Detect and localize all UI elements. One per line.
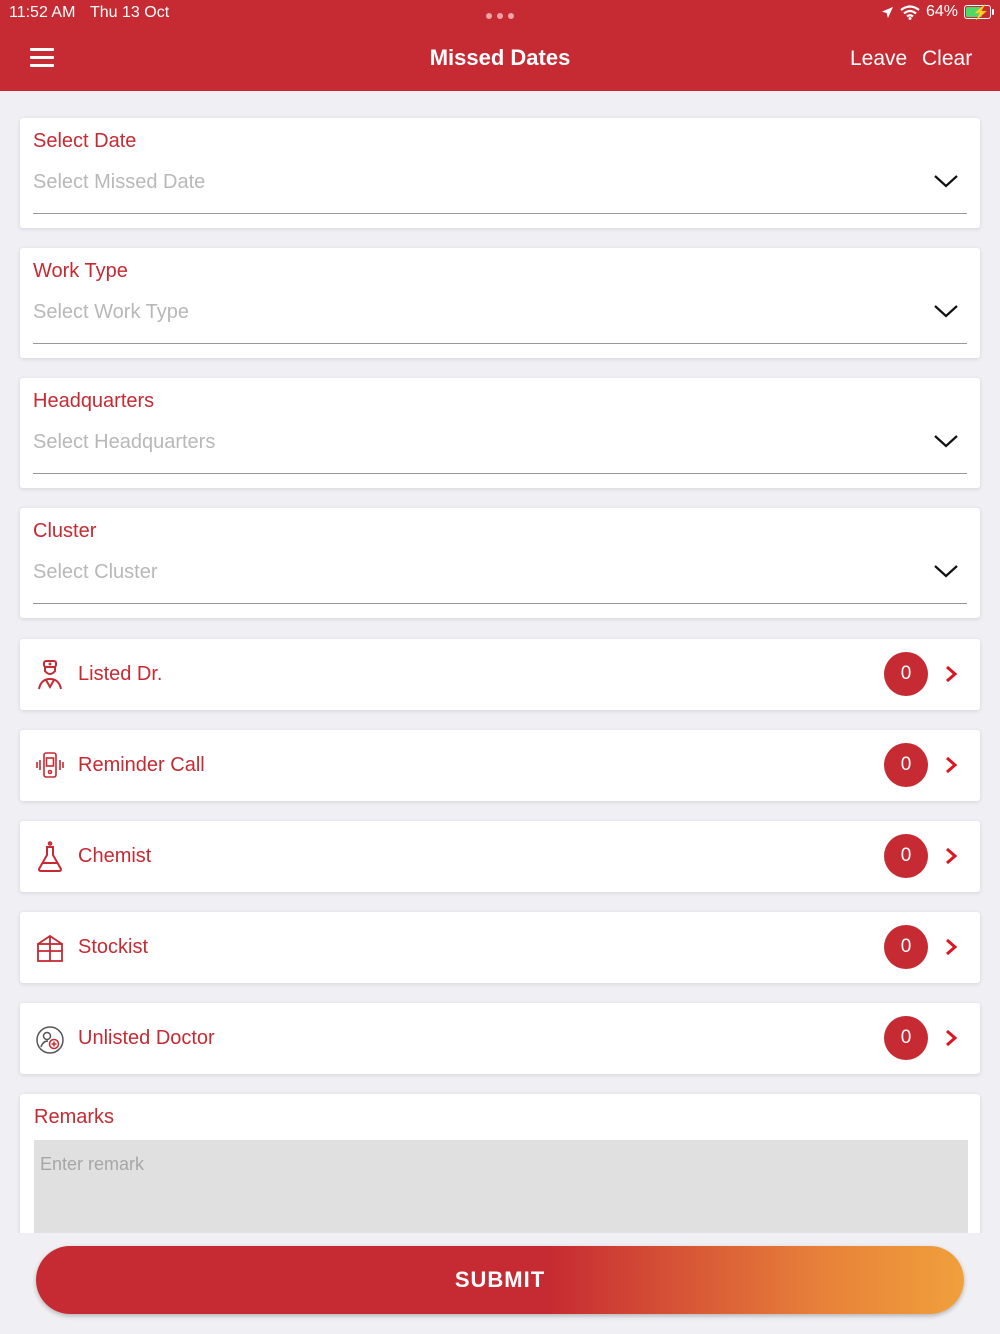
- chevron-down-icon: [934, 565, 958, 578]
- unlisted-doctor-icon: [36, 1026, 64, 1054]
- dropdown-placeholder: Select Missed Date: [33, 171, 206, 193]
- dropdown-placeholder: Select Headquarters: [33, 431, 216, 453]
- status-date: Thu 13 Oct: [90, 4, 170, 21]
- reminder-call-row[interactable]: Reminder Call 0: [20, 730, 980, 801]
- cluster-dropdown[interactable]: Select Cluster: [33, 556, 967, 604]
- dropdown-placeholder: Select Work Type: [33, 301, 189, 323]
- listed-dr-row[interactable]: Listed Dr. 0: [20, 639, 980, 710]
- chevron-right-icon: [946, 665, 958, 683]
- chevron-down-icon: [934, 305, 958, 318]
- field-label: Cluster: [33, 520, 97, 542]
- remarks-input[interactable]: [34, 1140, 968, 1240]
- status-indicators: 64% ⚡: [881, 3, 994, 21]
- unlisted-doctor-row[interactable]: Unlisted Doctor 0: [20, 1003, 980, 1074]
- submit-button[interactable]: SUBMIT: [36, 1246, 964, 1314]
- chevron-right-icon: [946, 847, 958, 865]
- work-type-card: Work Type Select Work Type: [20, 248, 980, 358]
- count-badge: 0: [884, 1016, 928, 1060]
- count-badge: 0: [884, 834, 928, 878]
- chevron-down-icon: [934, 435, 958, 448]
- missed-date-dropdown[interactable]: Select Missed Date: [33, 166, 967, 214]
- doctor-icon: [38, 660, 62, 690]
- chevron-right-icon: [946, 756, 958, 774]
- select-date-card: Select Date Select Missed Date: [20, 118, 980, 228]
- chevron-right-icon: [946, 938, 958, 956]
- work-type-dropdown[interactable]: Select Work Type: [33, 296, 967, 344]
- count-badge: 0: [884, 743, 928, 787]
- chevron-down-icon: [934, 175, 958, 188]
- phone-call-icon: [36, 752, 64, 778]
- multitask-dots[interactable]: [486, 13, 514, 19]
- field-label: Work Type: [33, 260, 128, 282]
- chevron-right-icon: [946, 1029, 958, 1047]
- chemist-row[interactable]: Chemist 0: [20, 821, 980, 892]
- remarks-label: Remarks: [34, 1106, 115, 1128]
- stockist-row[interactable]: Stockist 0: [20, 912, 980, 983]
- box-icon: [37, 934, 63, 962]
- row-label: Reminder Call: [78, 754, 205, 776]
- wifi-icon: [900, 4, 920, 20]
- flask-icon: [37, 841, 63, 872]
- count-badge: 0: [884, 925, 928, 969]
- leave-button[interactable]: Leave: [850, 47, 907, 71]
- row-label: Unlisted Doctor: [78, 1027, 215, 1049]
- location-icon: [881, 6, 894, 18]
- row-label: Listed Dr.: [78, 663, 163, 685]
- headquarters-card: Headquarters Select Headquarters: [20, 378, 980, 488]
- dropdown-placeholder: Select Cluster: [33, 561, 158, 583]
- row-label: Stockist: [78, 936, 149, 958]
- app-header: 11:52 AM Thu 13 Oct 64% ⚡ Missed Dates L…: [0, 0, 1000, 91]
- battery-percent: 64%: [925, 3, 958, 20]
- cluster-card: Cluster Select Cluster: [20, 508, 980, 618]
- remarks-card: Remarks: [20, 1094, 980, 1254]
- field-label: Select Date: [33, 130, 137, 152]
- clear-button[interactable]: Clear: [922, 47, 972, 71]
- field-label: Headquarters: [33, 390, 155, 412]
- headquarters-dropdown[interactable]: Select Headquarters: [33, 426, 967, 474]
- battery-icon: ⚡: [964, 4, 994, 20]
- status-time: 11:52 AM: [9, 4, 76, 21]
- row-label: Chemist: [78, 845, 152, 867]
- count-badge: 0: [884, 652, 928, 696]
- status-bar: 11:52 AM Thu 13 Oct 64% ⚡: [0, 0, 1000, 28]
